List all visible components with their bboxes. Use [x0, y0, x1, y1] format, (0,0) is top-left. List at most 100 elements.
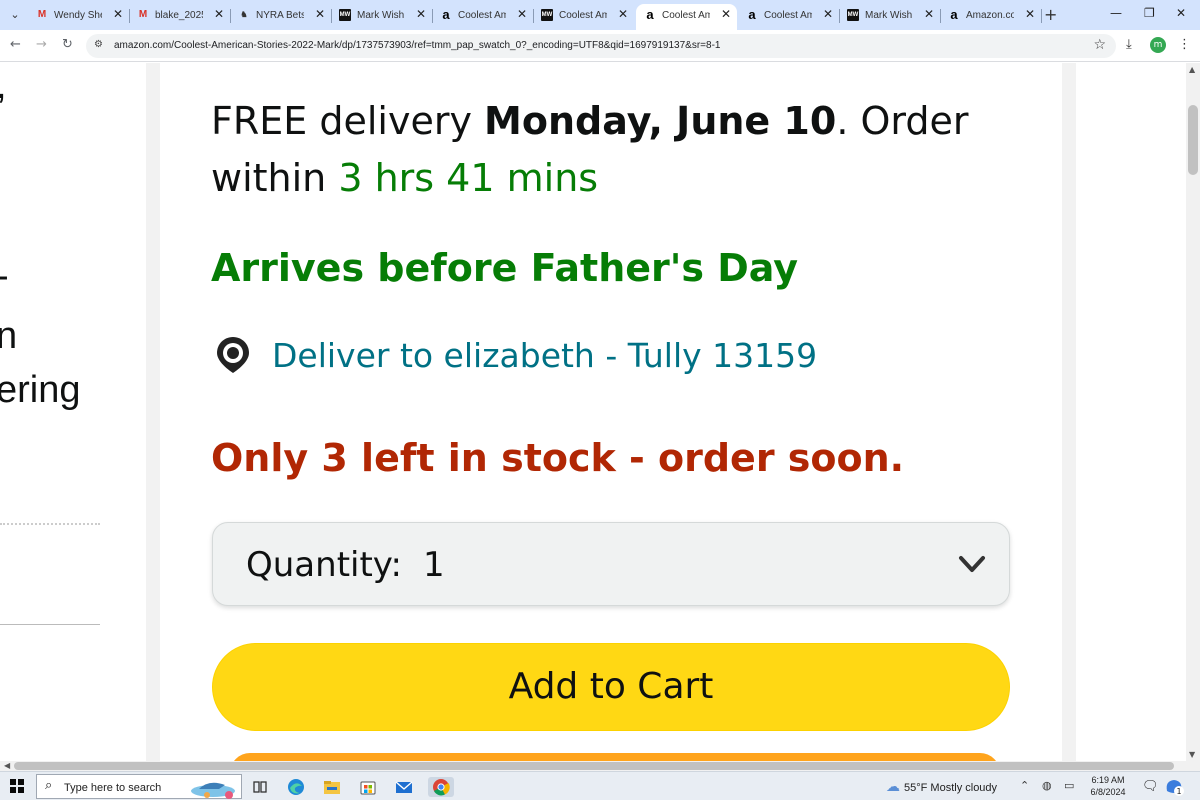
page-gutter [1062, 63, 1076, 761]
left-text-fragment: ering [0, 369, 81, 411]
close-icon[interactable]: ✕ [517, 7, 527, 21]
minimize-icon[interactable]: — [1110, 6, 1122, 20]
amazon-icon: a [646, 7, 654, 22]
edge-icon[interactable] [286, 777, 306, 797]
amazon-icon: a [950, 7, 958, 22]
system-clock[interactable]: 6:19 AM 6/8/2024 [1084, 774, 1132, 798]
copilot-icon[interactable]: 1 [1163, 777, 1185, 797]
buy-now-button[interactable] [230, 753, 1000, 761]
tab-5[interactable]: a Coolest Ame ✕ [432, 4, 534, 28]
tab-title: blake_2025_s [155, 10, 203, 21]
amazon-icon: a [442, 7, 450, 22]
scroll-down-icon[interactable]: ▼ [1189, 750, 1195, 759]
gmail-icon: M [37, 9, 47, 20]
clock-date: 6/8/2024 [1090, 787, 1126, 797]
tab-4[interactable]: MW Mark Wish | ✕ [331, 4, 433, 28]
restore-icon[interactable]: ❐ [1144, 6, 1155, 20]
browser-tab-strip: ⌄ M Wendy Sherm ✕ M blake_2025_s ✕ ♞ NYR… [0, 0, 1200, 30]
close-icon[interactable]: ✕ [113, 7, 123, 21]
scrollbar-thumb[interactable] [14, 762, 1174, 770]
close-icon[interactable]: ✕ [924, 7, 934, 21]
close-icon[interactable]: ✕ [416, 7, 426, 21]
address-bar[interactable]: ⚙ amazon.com/Coolest-American-Stories-20… [86, 34, 1116, 58]
file-explorer-icon[interactable] [322, 777, 342, 797]
tab-8[interactable]: a Coolest Ame ✕ [738, 4, 840, 28]
search-icon: ⌕ [45, 778, 53, 793]
store-icon[interactable] [358, 777, 378, 797]
tab-title: Coolest Ame [764, 10, 812, 21]
delivery-prefix: FREE delivery [211, 99, 485, 143]
tab-title: Coolest Ame [458, 10, 506, 21]
taskbar-search-box[interactable]: ⌕ Type here to search [36, 774, 242, 799]
tab-search-button[interactable]: ⌄ [4, 4, 26, 26]
tab-title: Wendy Sherm [54, 10, 102, 21]
tab-title: Coolest Ame [662, 10, 710, 21]
tab-title: Mark Wish | [865, 10, 913, 21]
tab-3[interactable]: ♞ NYRA Bets - ✕ [230, 4, 332, 28]
new-tab-button[interactable]: + [1044, 5, 1057, 24]
scroll-up-icon[interactable]: ▲ [1189, 65, 1195, 74]
bookmark-star-icon[interactable]: ☆ [1093, 37, 1106, 53]
menu-kebab-icon[interactable]: ⋮ [1178, 37, 1191, 52]
site-info-icon[interactable]: ⚙ [94, 39, 103, 50]
tab-title: Mark Wish | [357, 10, 405, 21]
download-icon[interactable]: ⤓ [1126, 37, 1132, 52]
tab-1[interactable]: M Wendy Sherm ✕ [28, 4, 130, 28]
reload-icon[interactable]: ↻ [62, 37, 73, 52]
task-view-icon[interactable] [250, 777, 270, 797]
url-text[interactable]: amazon.com/Coolest-American-Stories-2022… [114, 40, 720, 51]
tab-title: Amazon.com [966, 10, 1014, 21]
close-icon[interactable]: ✕ [721, 7, 731, 21]
location-pin-icon [217, 337, 249, 373]
divider [0, 624, 100, 625]
page-gutter [146, 63, 160, 761]
gmail-icon: M [138, 9, 148, 20]
page-viewport: , - n ering FREE delivery Monday, June 1… [0, 63, 1186, 761]
delivery-countdown: 3 hrs 41 mins [338, 156, 599, 200]
network-icon[interactable]: ◍ [1042, 779, 1052, 792]
horizontal-scrollbar[interactable]: ◀ [0, 761, 1200, 771]
arrives-before-badge: Arrives before Father's Day [211, 246, 799, 290]
scroll-left-icon[interactable]: ◀ [4, 761, 10, 770]
scrollbar-thumb[interactable] [1188, 105, 1198, 175]
left-text-fragment: - [0, 255, 9, 298]
left-text-fragment: n [0, 315, 18, 357]
tab-9[interactable]: MW Mark Wish | ✕ [839, 4, 941, 28]
search-highlight-icon [191, 782, 235, 799]
close-icon[interactable]: ✕ [823, 7, 833, 21]
windows-start-icon[interactable] [10, 779, 24, 793]
battery-icon[interactable]: ▭ [1064, 779, 1074, 792]
cloud-icon: ☁ [886, 778, 900, 794]
close-icon[interactable]: ✕ [1025, 7, 1035, 21]
mail-icon[interactable] [394, 777, 414, 797]
profile-avatar[interactable]: m [1150, 37, 1166, 53]
notification-count: 1 [1176, 787, 1181, 796]
close-window-icon[interactable]: ✕ [1176, 6, 1186, 20]
close-icon[interactable]: ✕ [214, 7, 224, 21]
quantity-dropdown[interactable]: Quantity: 1 [212, 522, 1010, 606]
nyra-icon: ♞ [240, 10, 248, 19]
tab-10[interactable]: a Amazon.com ✕ [940, 4, 1042, 28]
close-icon[interactable]: ✕ [618, 7, 628, 21]
back-icon[interactable]: ← [10, 37, 21, 52]
clock-time: 6:19 AM [1091, 775, 1125, 785]
chevron-up-icon[interactable]: ⌃ [1020, 779, 1029, 792]
close-icon[interactable]: ✕ [315, 7, 325, 21]
weather-text: 55°F Mostly cloudy [904, 782, 998, 794]
deliver-to-link[interactable]: Deliver to elizabeth - Tully 13159 [272, 333, 817, 379]
add-to-cart-button[interactable]: Add to Cart [212, 643, 1010, 731]
mw-icon: MW [339, 9, 351, 21]
divider [0, 523, 100, 525]
vertical-scrollbar[interactable]: ▲ ▼ [1186, 63, 1200, 761]
notifications-icon[interactable]: 🗨 [1142, 779, 1159, 794]
forward-icon[interactable]: → [36, 37, 47, 52]
delivery-date: Monday, June 10 [484, 99, 837, 143]
chrome-icon[interactable] [428, 777, 454, 797]
mw-icon: MW [541, 9, 553, 21]
browser-toolbar: ← → ↻ ⚙ amazon.com/Coolest-American-Stor… [0, 30, 1200, 62]
weather-widget[interactable]: ☁ 55°F Mostly cloudy [886, 778, 997, 795]
tab-2[interactable]: M blake_2025_s ✕ [129, 4, 231, 28]
tab-7-active[interactable]: a Coolest Ame ✕ [636, 4, 737, 30]
tab-6[interactable]: MW Coolest Ame ✕ [533, 4, 634, 28]
delivery-message: FREE delivery Monday, June 10. Order wit… [211, 93, 1031, 207]
